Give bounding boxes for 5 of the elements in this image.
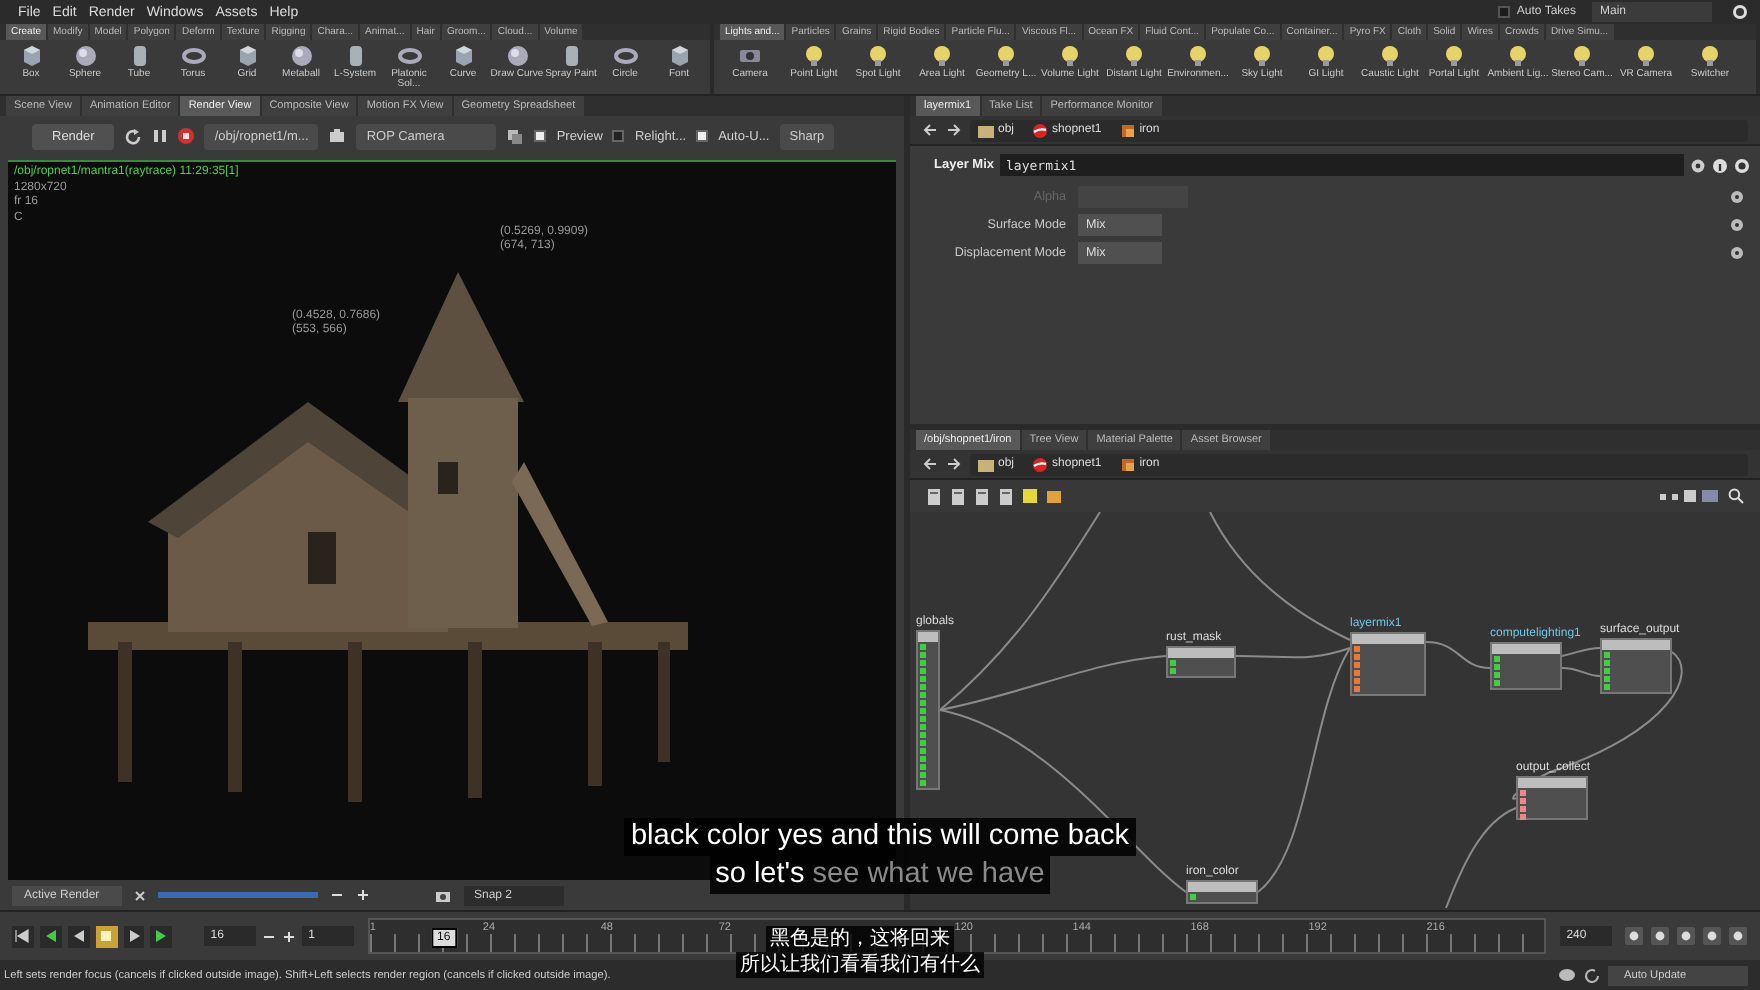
- subtitle-overlay: 黑色是的，这将回来: [766, 926, 954, 952]
- subtitle-overlay: see what we have: [812, 856, 1045, 894]
- subtitle-overlay: 所以让我们看看我们有什么: [736, 952, 984, 978]
- subtitle-overlay: black color yes and this will come back: [630, 818, 1130, 856]
- subtitle-overlay: so let's: [715, 856, 805, 894]
